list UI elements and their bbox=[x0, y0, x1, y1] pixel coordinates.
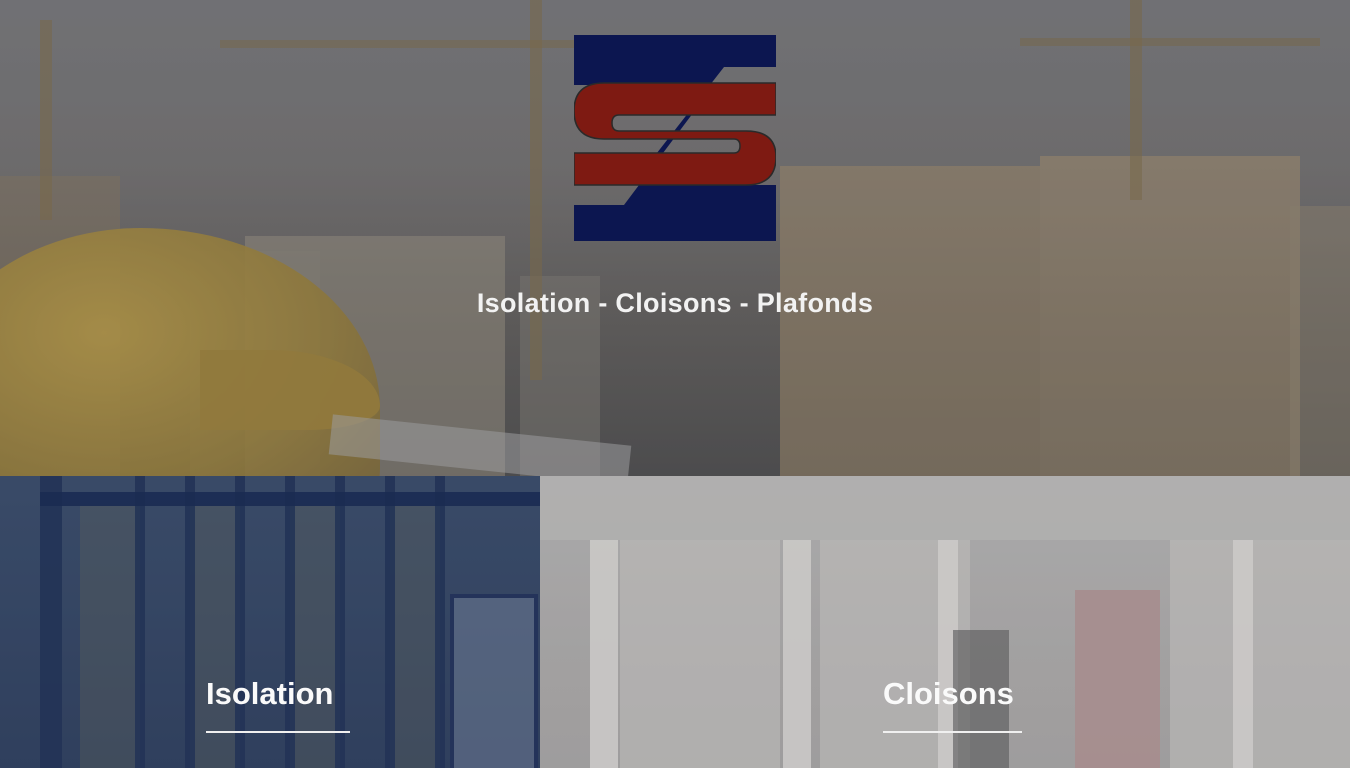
logo-s-shape bbox=[574, 82, 776, 186]
service-tile-isolation[interactable]: Isolation bbox=[0, 476, 540, 768]
tile-overlay bbox=[540, 476, 1350, 768]
company-logo[interactable] bbox=[574, 35, 776, 241]
service-tile-cloisons[interactable]: Cloisons bbox=[540, 476, 1350, 768]
tile-underline bbox=[206, 731, 350, 733]
tagline: Isolation - Cloisons - Plafonds bbox=[476, 288, 874, 318]
tile-title-isolation: Isolation bbox=[206, 676, 334, 711]
tile-underline bbox=[883, 731, 1022, 733]
tile-overlay bbox=[0, 476, 540, 768]
tile-title-cloisons: Cloisons bbox=[883, 676, 1014, 711]
hero-banner: Isolation - Cloisons - Plafonds bbox=[0, 0, 1350, 476]
